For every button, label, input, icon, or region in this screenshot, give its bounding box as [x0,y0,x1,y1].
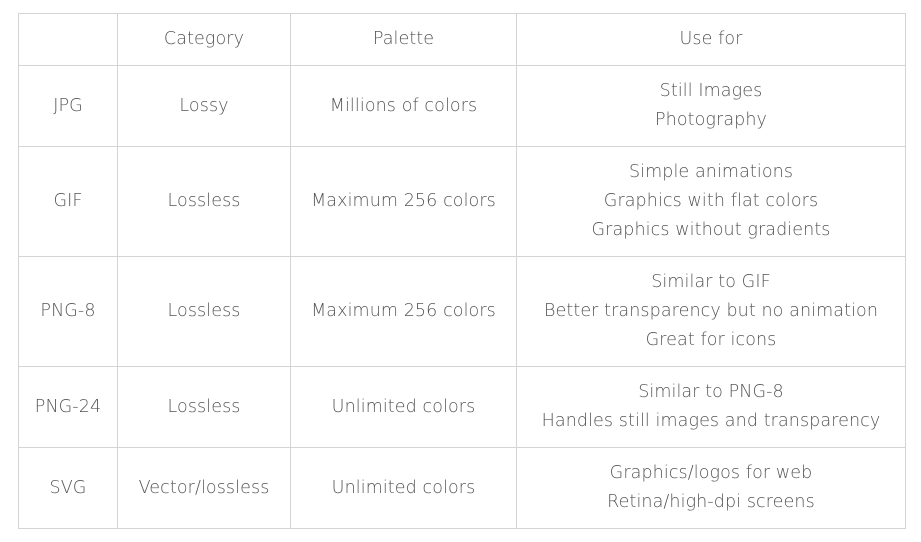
category-cell: Vector/lossless [117,447,291,529]
category-cell: Lossless [117,256,291,367]
format-cell: JPG [18,65,118,147]
use-for-line: Graphics without gradients [591,220,831,240]
format-cell: PNG-8 [18,256,118,367]
table-row: GIF Lossless Maximum 256 colors Simple a… [18,146,906,257]
header-cell-use-for: Use for [516,13,906,66]
use-for-line: Great for icons [645,330,777,350]
use-for-line: Handles still images and transparency [541,411,881,431]
use-for-cell: Graphics/logos for web Retina/high-dpi s… [516,447,906,529]
image-formats-table: Category Palette Use for JPG Lossy Milli… [18,13,906,529]
page: { "table": { "header": ["", "Category", … [0,0,921,542]
use-for-cell: Still Images Photography [516,65,906,147]
header-cell-format [18,13,118,66]
use-for-line: Still Images [659,81,763,101]
use-for-line: Similar to GIF [651,272,771,292]
use-for-line: Better transparency but no animation [543,301,879,321]
palette-cell: Millions of colors [290,65,517,147]
use-for-cell: Simple animations Graphics with flat col… [516,146,906,257]
palette-cell: Maximum 256 colors [290,146,517,257]
use-for-line: Graphics with flat colors [603,191,819,211]
use-for-cell: Similar to GIF Better transparency but n… [516,256,906,367]
category-cell: Lossless [117,146,291,257]
table-row: PNG-8 Lossless Maximum 256 colors Simila… [18,256,906,367]
use-for-line: Graphics/logos for web [609,463,813,483]
use-for-line: Retina/high-dpi screens [607,492,815,512]
table-row: JPG Lossy Millions of colors Still Image… [18,65,906,147]
category-cell: Lossless [117,366,291,448]
palette-cell: Maximum 256 colors [290,256,517,367]
header-cell-category: Category [117,13,291,66]
use-for-line: Photography [655,110,767,130]
use-for-line: Simple animations [628,162,794,182]
palette-cell: Unlimited colors [290,447,517,529]
format-cell: GIF [18,146,118,257]
use-for-cell: Similar to PNG-8 Handles still images an… [516,366,906,448]
palette-cell: Unlimited colors [290,366,517,448]
use-for-line: Similar to PNG-8 [638,382,784,402]
header-cell-palette: Palette [290,13,517,66]
format-cell: SVG [18,447,118,529]
category-cell: Lossy [117,65,291,147]
table-header-row: Category Palette Use for [18,13,906,66]
table-row: PNG-24 Lossless Unlimited colors Similar… [18,366,906,448]
table-row: SVG Vector/lossless Unlimited colors Gra… [18,447,906,529]
format-cell: PNG-24 [18,366,118,448]
